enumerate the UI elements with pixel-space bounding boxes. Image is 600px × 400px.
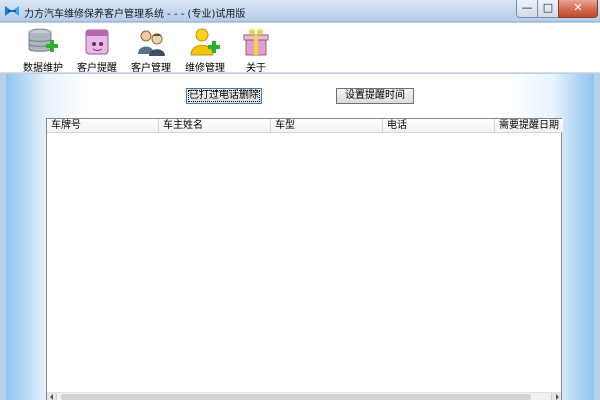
users-icon	[138, 30, 165, 56]
close-button[interactable]: ✕	[558, 0, 598, 18]
toolbar-customer-management[interactable]: 客户管理	[128, 25, 174, 74]
scroll-right-icon[interactable]	[551, 393, 561, 400]
toolbar-label: 维修管理	[185, 63, 225, 74]
set-reminder-time-button[interactable]: 设置提醒时间	[336, 88, 414, 104]
app-window: 力方汽车维修保养客户管理系统 - - - (专业)试用版 — □ ✕ 数据维护	[0, 0, 600, 400]
title-bar[interactable]: 力方汽车维修保养客户管理系统 - - - (专业)试用版 — □ ✕	[0, 0, 600, 22]
column-header-model[interactable]: 车型	[271, 119, 383, 133]
gift-box-icon	[243, 29, 269, 56]
toolbar-repair-management[interactable]: 维修管理	[182, 25, 228, 74]
user-add-icon	[190, 28, 220, 56]
column-header-owner[interactable]: 车主姓名	[159, 119, 271, 133]
toolbar-about[interactable]: 关于	[236, 25, 276, 74]
list-header: 车牌号 车主姓名 车型 电话 需要提醒日期	[47, 119, 563, 133]
toolbar-label: 数据维护	[23, 63, 63, 74]
toolbar-customer-reminder[interactable]: 客户提醒	[74, 25, 120, 74]
scroll-left-icon[interactable]	[47, 393, 57, 400]
delete-called-button[interactable]: 已打过电话删除	[186, 88, 262, 104]
toolbar-data-maintenance[interactable]: 数据维护	[20, 25, 66, 74]
main-content: 已打过电话删除 设置提醒时间 车牌号 车主姓名 车型 电话 需要提醒日期	[6, 74, 594, 400]
scrollbar-thumb[interactable]	[61, 394, 531, 400]
window-title: 力方汽车维修保养客户管理系统 - - - (专业)试用版	[24, 9, 246, 20]
toolbar-label: 客户管理	[131, 63, 171, 74]
column-header-reminder-date[interactable]: 需要提醒日期	[495, 119, 563, 133]
toolbar-label: 关于	[246, 63, 266, 74]
main-toolbar: 数据维护 客户提醒 客户管理 维修管理 关于	[0, 23, 600, 74]
database-add-icon	[28, 28, 58, 52]
maximize-button[interactable]: □	[537, 0, 559, 18]
customer-list[interactable]: 车牌号 车主姓名 车型 电话 需要提醒日期	[46, 118, 563, 400]
toolbar-label: 客户提醒	[77, 63, 117, 74]
column-header-phone[interactable]: 电话	[383, 119, 495, 133]
column-header-plate[interactable]: 车牌号	[47, 119, 159, 133]
reminder-calendar-icon	[85, 29, 109, 55]
app-logo-icon	[5, 6, 19, 16]
horizontal-scrollbar[interactable]	[47, 392, 561, 400]
minimize-button[interactable]: —	[516, 0, 538, 18]
